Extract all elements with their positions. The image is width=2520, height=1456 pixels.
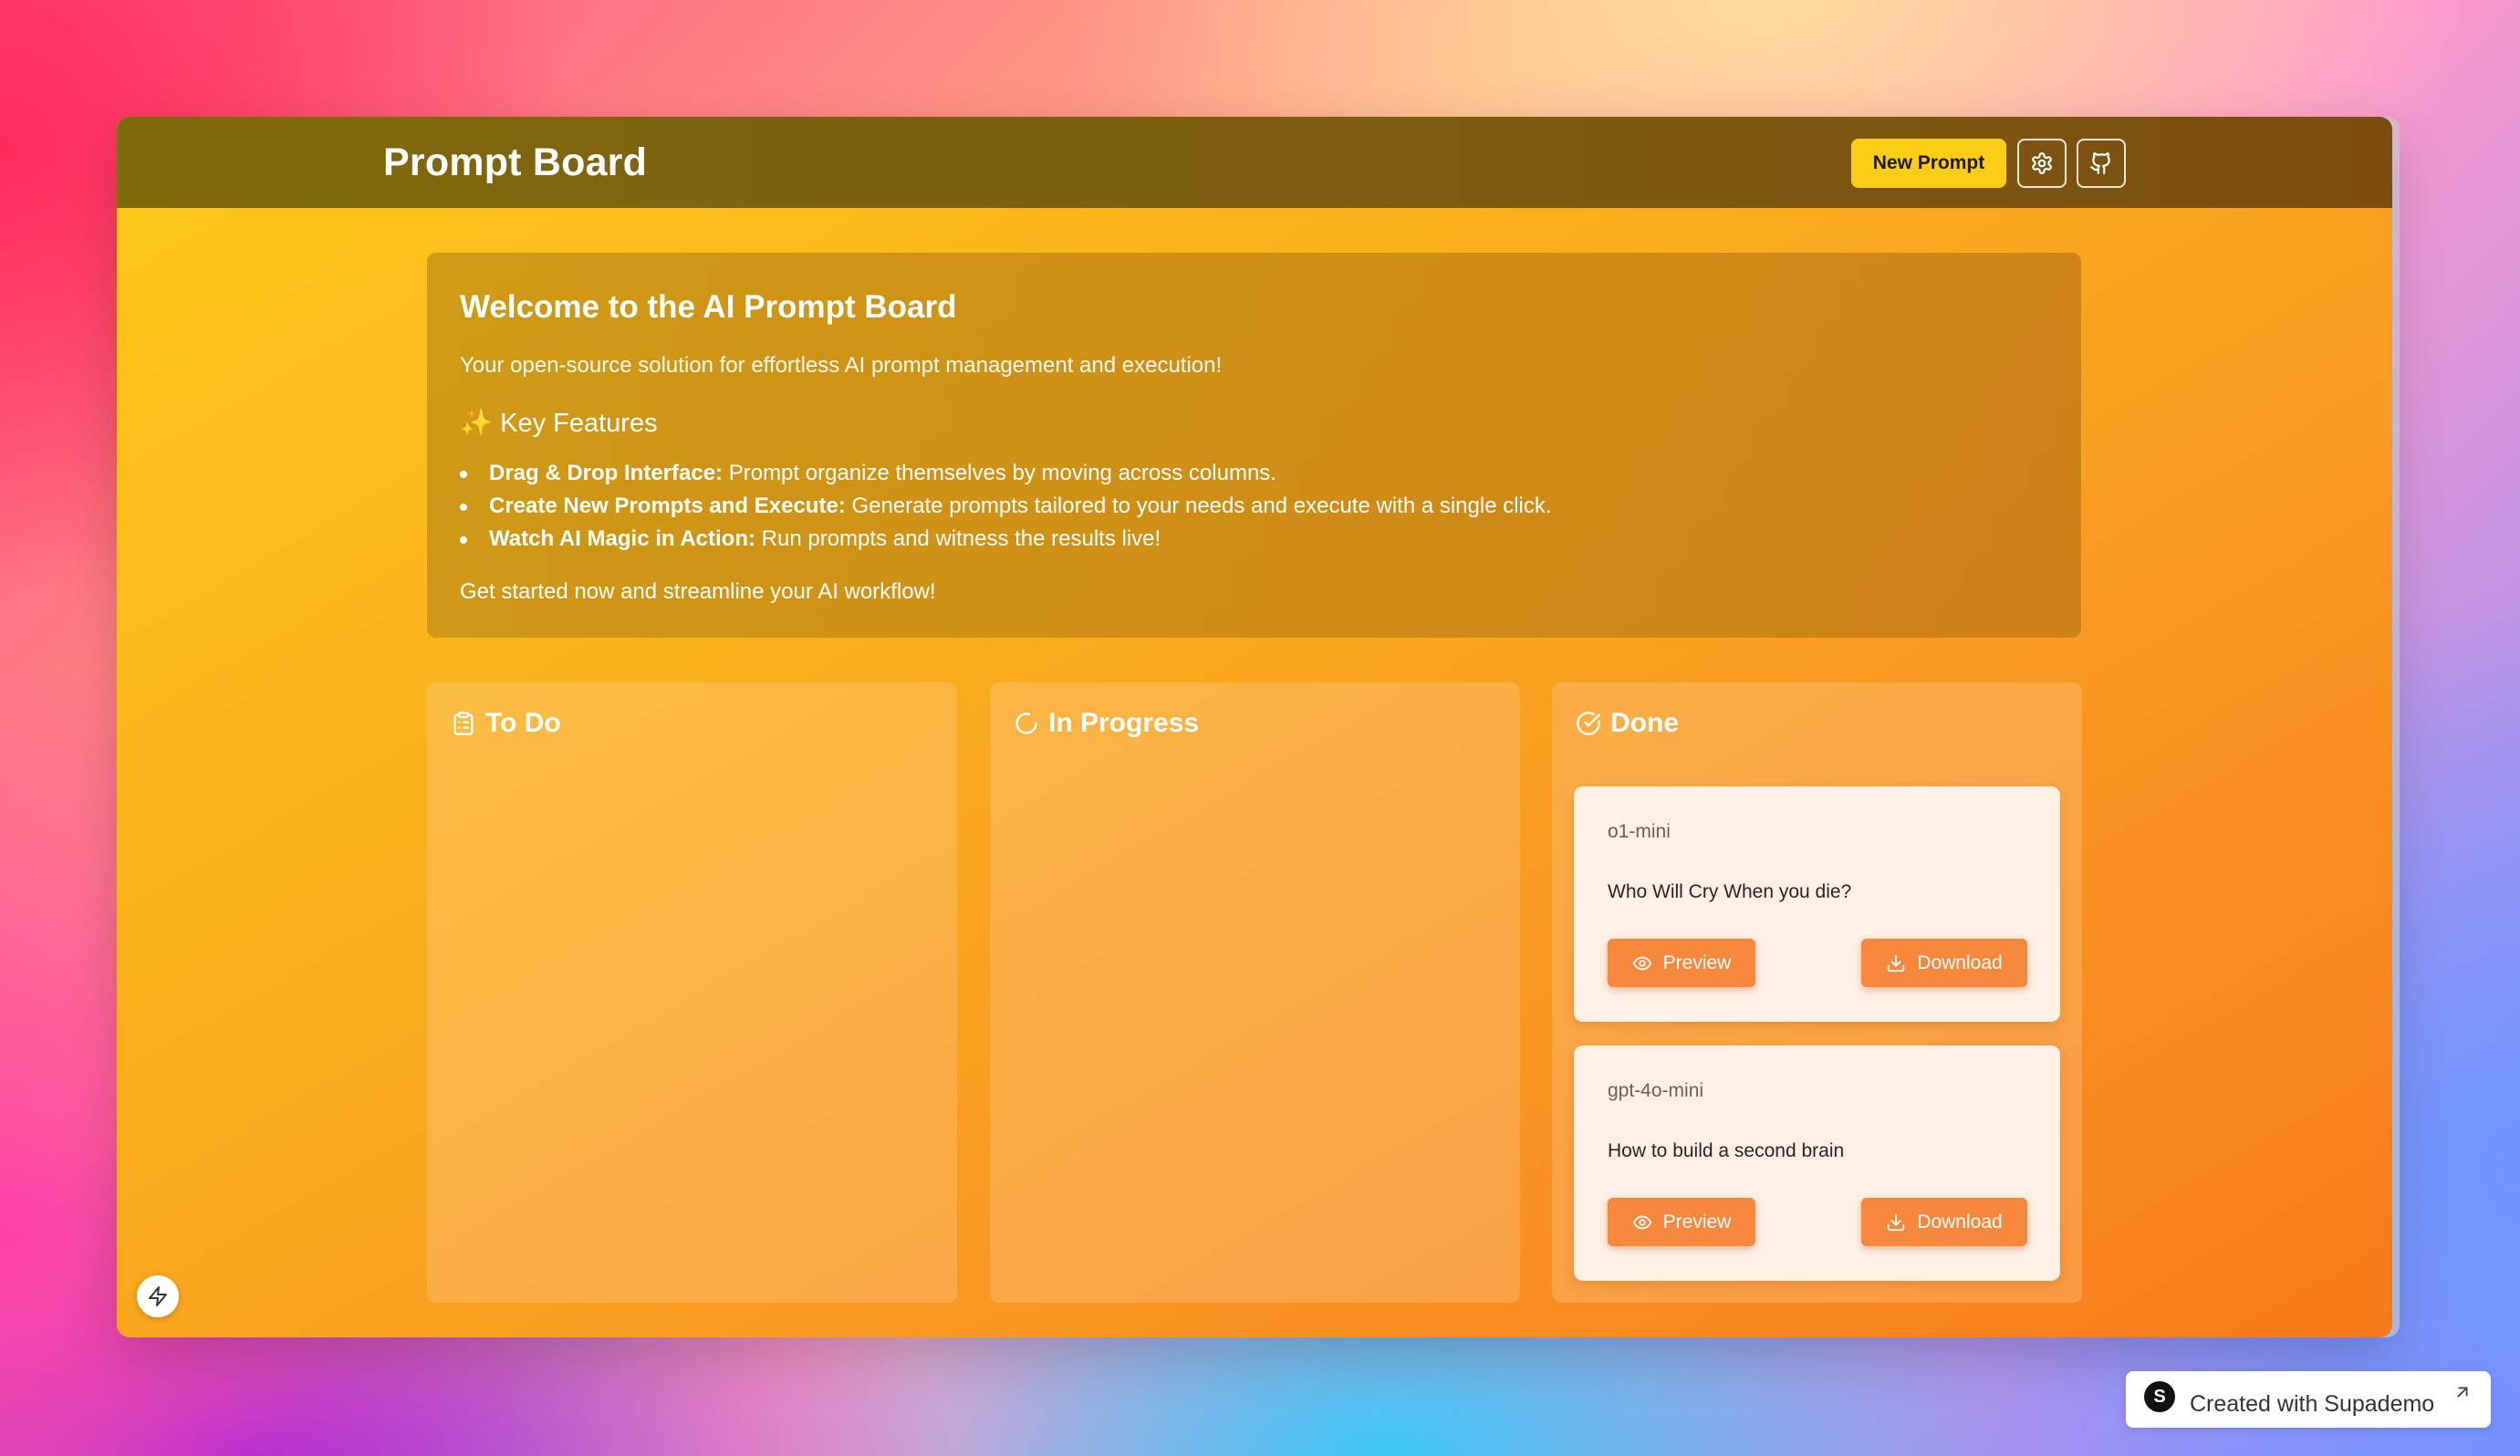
feature-item: Watch AI Magic in Action: Run prompts an… xyxy=(460,523,2048,556)
app-title: Prompt Board xyxy=(383,140,648,184)
bolt-button[interactable] xyxy=(137,1275,179,1317)
column-header: To Do xyxy=(451,708,561,739)
download-button[interactable]: Download xyxy=(1861,1198,2027,1246)
column-todo[interactable]: To Do xyxy=(427,682,957,1303)
preview-button[interactable]: Preview xyxy=(1608,1198,1755,1246)
sparkles-icon: ✨ xyxy=(460,409,494,438)
welcome-panel: Welcome to the AI Prompt Board Your open… xyxy=(427,253,2081,638)
download-label: Download xyxy=(1917,1211,2003,1232)
external-link-icon xyxy=(2457,1387,2468,1398)
preview-label: Preview xyxy=(1662,1211,1732,1232)
column-title: Done xyxy=(1610,708,1679,738)
feature-title: Drag & Drop Interface: xyxy=(489,461,724,485)
lightning-icon xyxy=(149,1286,167,1306)
welcome-tagline: Your open-source solution for effortless… xyxy=(460,353,1223,378)
feature-item: Drag & Drop Interface: Prompt organize t… xyxy=(460,457,2048,490)
card-title: Who Will Cry When you die? xyxy=(1608,881,1852,902)
supademo-logo: S xyxy=(2144,1381,2175,1412)
supademo-text: Created with Supademo xyxy=(2190,1390,2435,1417)
github-button[interactable] xyxy=(2077,139,2126,188)
feature-title: Create New Prompts and Execute: xyxy=(489,494,846,518)
card-title: How to build a second brain xyxy=(1608,1140,1845,1161)
eye-icon xyxy=(1632,1215,1651,1229)
download-label: Download xyxy=(1917,952,2003,973)
welcome-cta: Get started now and streamline your AI w… xyxy=(460,579,936,604)
check-circle-icon xyxy=(1577,712,1600,735)
github-icon xyxy=(2090,152,2110,174)
column-header: In Progress xyxy=(1014,708,1199,739)
supademo-badge[interactable]: S Created with Supademo xyxy=(2126,1371,2491,1428)
feature-item: Create New Prompts and Execute: Generate… xyxy=(460,490,2048,523)
preview-button[interactable]: Preview xyxy=(1608,939,1755,987)
features-heading-text: Key Features xyxy=(500,408,658,438)
loader-icon xyxy=(1015,712,1037,734)
card-model: gpt-4o-mini xyxy=(1608,1080,1704,1101)
download-button[interactable]: Download xyxy=(1861,939,2027,987)
feature-text: Prompt organize themselves by moving acr… xyxy=(723,461,1276,485)
download-icon xyxy=(1888,1213,1905,1231)
app-window: Prompt Board New Prompt Welcome to the A… xyxy=(117,117,2392,1337)
column-title: In Progress xyxy=(1048,708,1200,738)
clipboard-icon xyxy=(453,712,474,735)
prompt-card[interactable]: gpt-4o-mini How to build a second brain … xyxy=(1574,1045,2060,1281)
new-prompt-button[interactable]: New Prompt xyxy=(1851,139,2006,188)
prompt-card[interactable]: o1-mini Who Will Cry When you die? Previ… xyxy=(1574,786,2060,1022)
feature-text: Run prompts and witness the results live… xyxy=(755,526,1161,551)
column-in-progress[interactable]: In Progress xyxy=(990,682,1520,1303)
card-model: o1-mini xyxy=(1608,821,1671,842)
feature-title: Watch AI Magic in Action: xyxy=(489,526,755,551)
gear-icon xyxy=(2032,152,2052,174)
column-header: Done xyxy=(1576,708,1679,739)
preview-label: Preview xyxy=(1662,952,1732,973)
settings-button[interactable] xyxy=(2017,139,2067,188)
column-title: To Do xyxy=(485,708,561,738)
download-icon xyxy=(1888,954,1905,972)
top-header: Prompt Board New Prompt xyxy=(117,117,2392,208)
welcome-title: Welcome to the AI Prompt Board xyxy=(460,289,957,325)
features-list: Drag & Drop Interface: Prompt organize t… xyxy=(460,457,2048,556)
eye-icon xyxy=(1632,956,1651,970)
column-done[interactable]: Done o1-mini Who Will Cry When you die? … xyxy=(1552,682,2082,1303)
feature-text: Generate prompts tailored to your needs … xyxy=(845,494,1552,518)
features-heading: ✨ Key Features xyxy=(460,408,2048,439)
